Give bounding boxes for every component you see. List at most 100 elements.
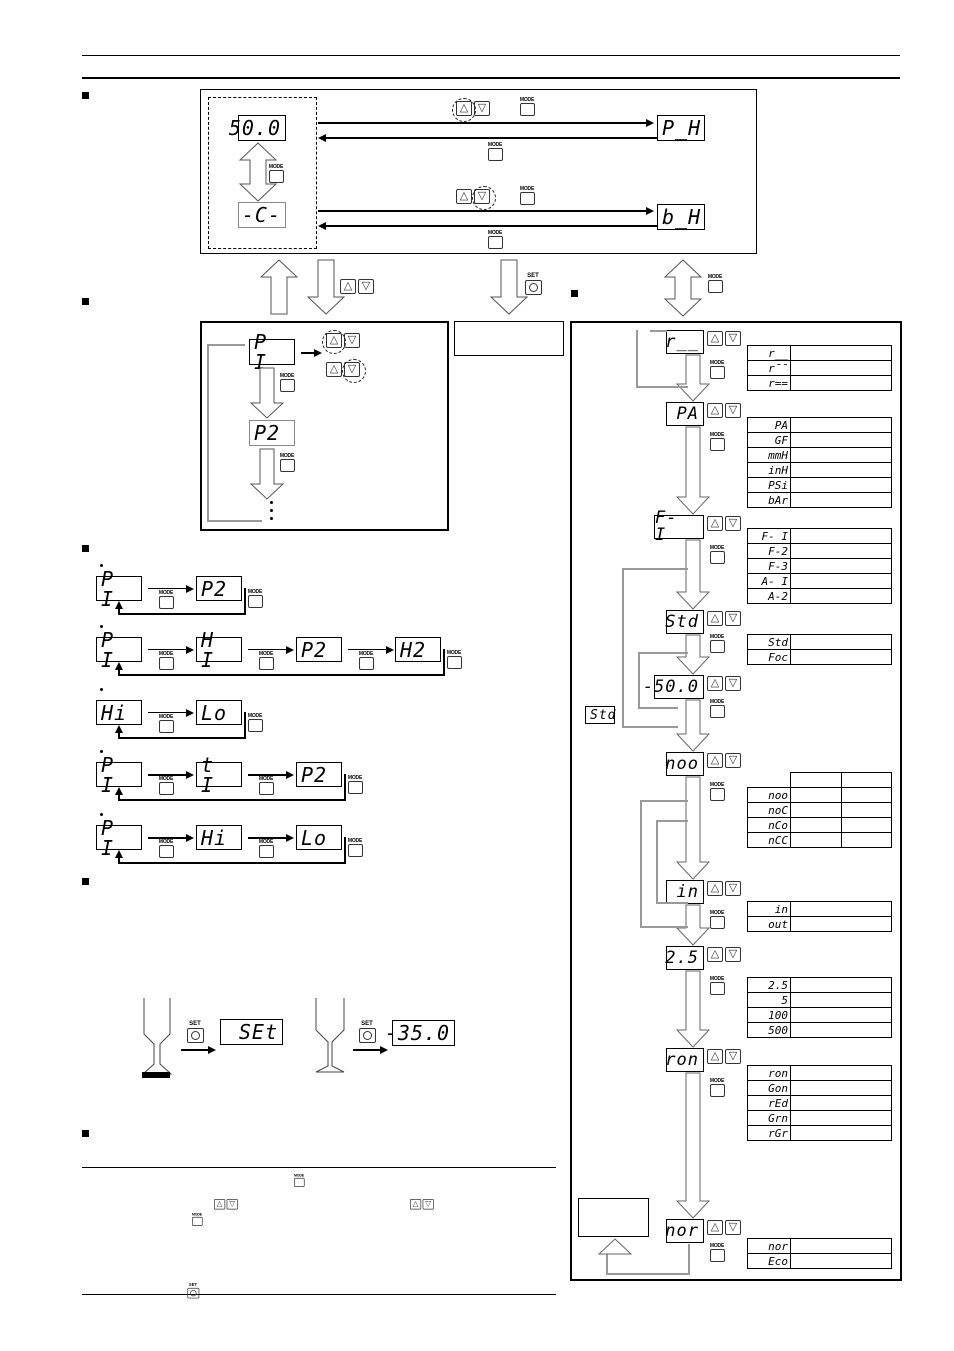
option-code: nor [747, 1238, 791, 1254]
up-key-icon[interactable]: △ [707, 516, 723, 531]
mode-button[interactable]: MODE [487, 230, 503, 249]
arrowhead-icon [646, 119, 654, 127]
down-key-icon[interactable]: ▽ [358, 279, 374, 294]
mode-button[interactable]: MODE [279, 453, 295, 472]
mode-button[interactable]: MODE [158, 590, 174, 609]
return-line [118, 674, 445, 676]
mode-button[interactable]: MODE [487, 142, 503, 161]
up-key-icon[interactable]: △ [707, 403, 723, 418]
mode-button[interactable]: MODE [268, 164, 284, 183]
up-key-icon[interactable]: △ [707, 611, 723, 626]
highlight-ring-up [452, 98, 476, 122]
up-down-keys[interactable]: △ ▽ [340, 279, 376, 295]
up-key-icon[interactable]: △ [707, 947, 723, 962]
mode-button[interactable]: MODE [347, 838, 363, 857]
loop-line [638, 707, 678, 709]
mode-button[interactable]: MODE [258, 776, 274, 795]
mode-button[interactable]: MODE [709, 1243, 725, 1262]
mode-button[interactable]: MODE [707, 274, 723, 293]
mode-button[interactable]: MODE [158, 839, 174, 858]
arrowhead-icon [286, 646, 294, 654]
up-down-keys[interactable]: △ ▽ [707, 881, 743, 897]
mode-button[interactable]: MODE [709, 634, 725, 653]
mode-button[interactable]: MODE [709, 545, 725, 564]
bullet-dot [100, 813, 103, 816]
up-key-icon[interactable]: △ [326, 362, 342, 377]
up-key-icon[interactable]: △ [707, 331, 723, 346]
option-table: noo noC nCo nCC [747, 772, 892, 848]
down-key-icon[interactable]: ▽ [725, 947, 741, 962]
mode-button[interactable]: MODE [709, 1078, 725, 1097]
option-row: mmH [747, 447, 892, 463]
option-code: noo [747, 787, 791, 803]
mode-button[interactable]: MODE [258, 839, 274, 858]
mode-button[interactable]: MODE [709, 910, 725, 929]
mode-button[interactable]: MODE [279, 373, 295, 392]
up-down-keys[interactable]: △ ▽ [707, 331, 743, 347]
option-row: 100 [747, 1007, 892, 1023]
down-key-icon[interactable]: ▽ [725, 676, 741, 691]
option-code: noC [747, 802, 791, 818]
mode-button[interactable]: MODE [519, 97, 535, 116]
mode-button[interactable]: MODE [358, 651, 374, 670]
up-down-keys-small: △ ▽ [214, 1199, 239, 1210]
down-key-icon[interactable]: ▽ [725, 331, 741, 346]
option-row: F-2 [747, 543, 892, 559]
option-row: 500 [747, 1022, 892, 1038]
mode-button[interactable]: MODE [158, 776, 174, 795]
return-line [443, 649, 445, 675]
mode-button[interactable]: MODE [709, 360, 725, 379]
return-line [207, 344, 209, 522]
pressure-port-open-icon [315, 998, 345, 1073]
set-button[interactable]: SET [359, 1021, 376, 1043]
mode-button[interactable]: MODE [158, 714, 174, 733]
mode-button[interactable]: MODE [709, 976, 725, 995]
up-key-icon[interactable]: △ [707, 676, 723, 691]
arrowhead-icon [115, 850, 123, 858]
mode-button[interactable]: MODE [709, 432, 725, 451]
bullet-dot [100, 625, 103, 628]
set-button[interactable]: SET [187, 1021, 204, 1043]
return-line [118, 799, 346, 801]
up-key-icon[interactable]: △ [707, 753, 723, 768]
mode-button[interactable]: MODE [347, 775, 363, 794]
option-code: 500 [747, 1022, 791, 1038]
up-key-icon[interactable]: △ [707, 881, 723, 896]
up-key-icon[interactable]: △ [456, 189, 472, 204]
down-key-icon[interactable]: ▽ [725, 1220, 741, 1235]
up-down-keys[interactable]: △ ▽ [707, 1049, 743, 1065]
set-button[interactable]: SET [525, 273, 542, 295]
down-key-icon[interactable]: ▽ [474, 101, 490, 116]
up-key-icon[interactable]: △ [707, 1220, 723, 1235]
down-key-icon[interactable]: ▽ [725, 1049, 741, 1064]
down-key-icon[interactable]: ▽ [344, 333, 360, 348]
up-down-keys[interactable]: △ ▽ [707, 676, 743, 692]
down-key-icon[interactable]: ▽ [725, 753, 741, 768]
option-table: r__ r¯¯ r== [747, 345, 892, 391]
down-key-icon[interactable]: ▽ [725, 611, 741, 626]
up-key-icon[interactable]: △ [707, 1049, 723, 1064]
down-key-icon[interactable]: ▽ [725, 516, 741, 531]
up-key-icon[interactable]: △ [340, 279, 356, 294]
arrowhead-icon [318, 222, 326, 230]
mode-button[interactable]: MODE [158, 651, 174, 670]
up-down-keys[interactable]: △ ▽ [707, 611, 743, 627]
up-down-keys[interactable]: △ ▽ [707, 947, 743, 963]
option-row: A-2 [747, 588, 892, 604]
mode-button[interactable]: MODE [709, 782, 725, 801]
up-down-keys[interactable]: △ ▽ [707, 1220, 743, 1236]
mode-button[interactable]: MODE [446, 650, 462, 669]
highlight-ring-up [322, 330, 346, 354]
option-code: 100 [747, 1007, 791, 1023]
mode-button[interactable]: MODE [709, 699, 725, 718]
sequence-display: Lo [296, 825, 342, 850]
mode-button[interactable]: MODE [519, 186, 535, 205]
mode-button[interactable]: MODE [258, 651, 274, 670]
up-down-keys[interactable]: △ ▽ [707, 403, 743, 419]
up-down-keys[interactable]: △ ▽ [707, 753, 743, 769]
down-key-icon[interactable]: ▽ [725, 403, 741, 418]
mode-button[interactable]: MODE [247, 589, 263, 608]
mode-button[interactable]: MODE [247, 713, 263, 732]
down-key-icon[interactable]: ▽ [725, 881, 741, 896]
up-down-keys[interactable]: △ ▽ [707, 516, 743, 532]
